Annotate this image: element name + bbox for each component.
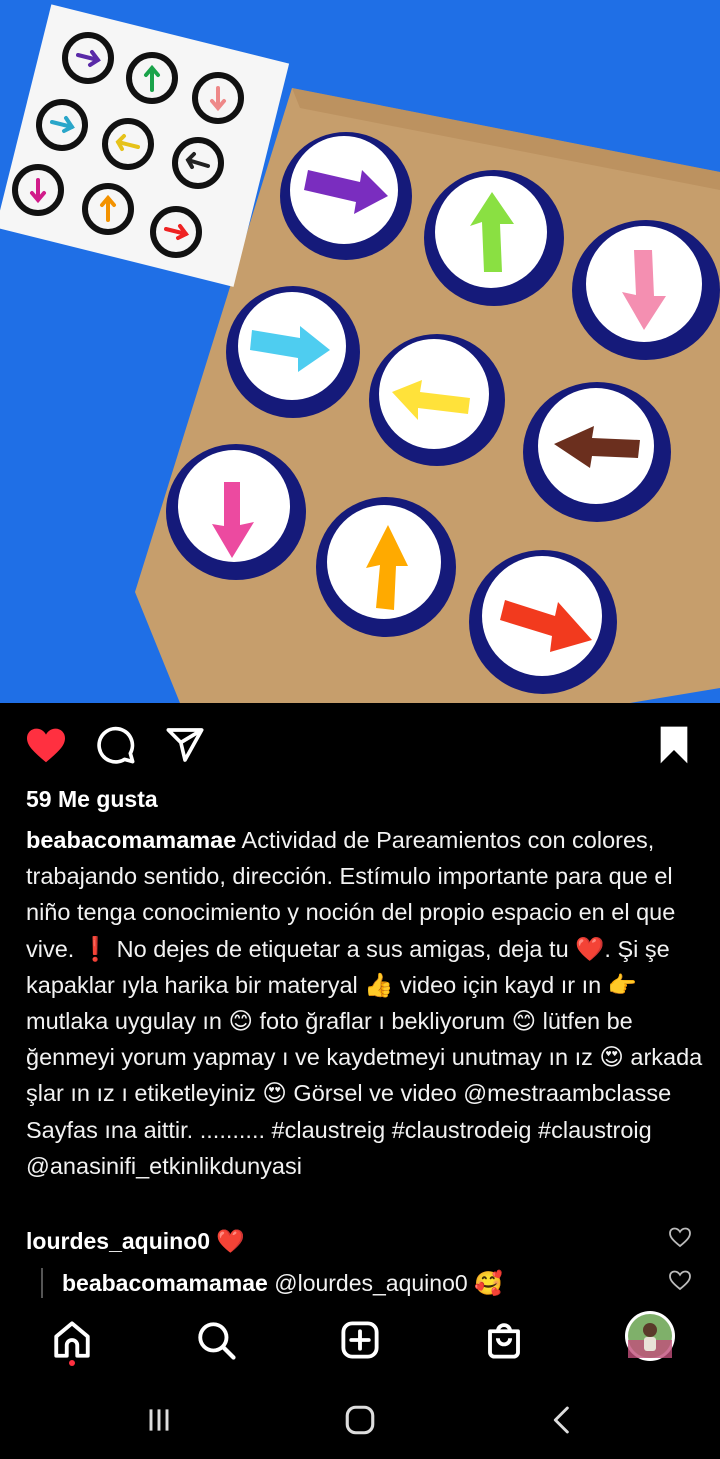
reply-username[interactable]: beabacomamamae (62, 1270, 268, 1296)
android-system-bar (0, 1378, 720, 1459)
bottom-navigation (0, 1298, 720, 1378)
recent-apps-icon[interactable] (139, 1400, 179, 1440)
bottle-cap-arrow-game-illustration (0, 0, 720, 703)
reply-item: beabacomamamae @lourdes_aquino0 🥰 (62, 1270, 702, 1297)
heart-filled-icon[interactable] (24, 723, 68, 767)
caption-username[interactable]: beabacomamamae (26, 827, 236, 853)
shop-bag-icon[interactable] (480, 1316, 528, 1364)
like-count[interactable]: 59 Me gusta (26, 786, 158, 813)
add-post-icon[interactable] (336, 1316, 384, 1364)
reply-like-icon[interactable] (668, 1268, 692, 1292)
reply-text: @lourdes_aquino0 🥰 (267, 1270, 503, 1296)
reply-thread-line (41, 1268, 43, 1298)
bookmark-filled-icon[interactable] (652, 723, 696, 767)
notification-dot (69, 1360, 75, 1366)
back-icon[interactable] (542, 1400, 582, 1440)
home-pill-icon[interactable] (340, 1400, 380, 1440)
comment-username[interactable]: lourdes_aquino0 (26, 1228, 210, 1254)
caption-text: Actividad de Pareamientos con colores, t… (26, 827, 703, 1179)
paper-plane-icon[interactable] (163, 723, 207, 767)
post-caption: beabacomamamae Actividad de Pareamientos… (26, 822, 706, 1184)
comment-like-icon[interactable] (668, 1225, 692, 1249)
profile-avatar[interactable] (624, 1310, 676, 1362)
comment-item: lourdes_aquino0 ❤️ (26, 1228, 666, 1255)
post-action-bar (0, 703, 720, 783)
comment-text: ❤️ (210, 1228, 246, 1254)
comment-bubble-icon[interactable] (94, 723, 138, 767)
post-image[interactable] (0, 0, 720, 703)
home-icon[interactable] (48, 1316, 96, 1364)
search-icon[interactable] (192, 1316, 240, 1364)
